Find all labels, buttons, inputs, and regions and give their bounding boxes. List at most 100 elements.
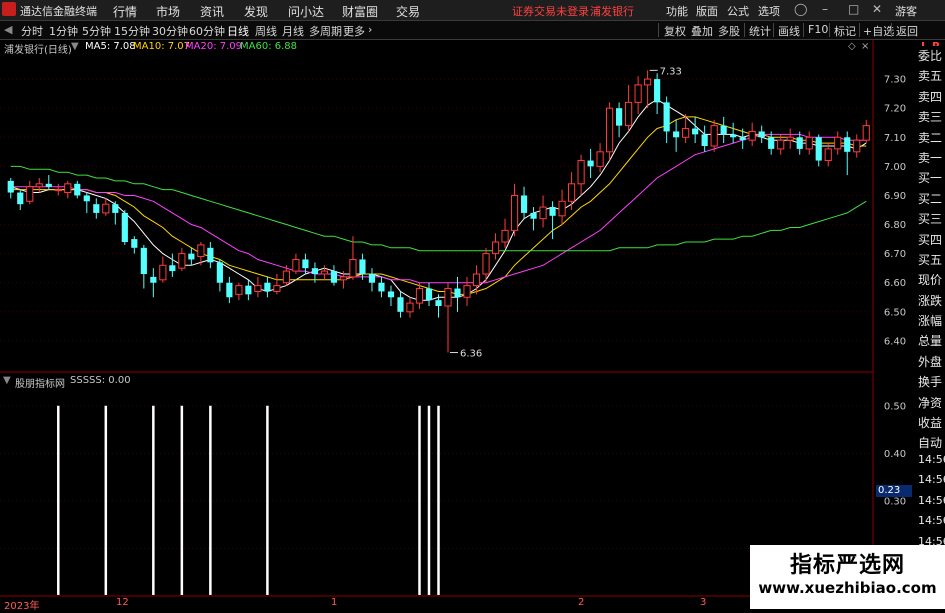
y-tick-label: 6.50 [884, 307, 906, 318]
candle-body [815, 137, 822, 161]
candle-body [415, 288, 424, 304]
candle-body [768, 137, 775, 149]
candle-body [330, 271, 338, 283]
candle-body [510, 194, 519, 231]
candle-body [805, 136, 813, 150]
candle-body [26, 186, 34, 202]
candle-body [102, 203, 110, 214]
side-time: 14:56 [918, 473, 945, 487]
candle-body [397, 297, 404, 312]
candle-body [654, 79, 661, 103]
candle-body [121, 212, 128, 242]
candle-body [530, 212, 537, 219]
candle-body [339, 276, 348, 281]
candle-body [425, 288, 433, 301]
candle-body [235, 285, 243, 295]
candle-body [112, 204, 119, 213]
candle-body [644, 78, 652, 86]
candle-body [862, 125, 870, 141]
candle-body [720, 125, 727, 135]
side-time: 14:56 [918, 453, 945, 466]
candle-body [491, 241, 500, 255]
candle-body [17, 192, 24, 205]
side-label: 买一 [918, 171, 943, 186]
candle-body [169, 265, 176, 272]
candle-body [226, 282, 233, 298]
candle-body [444, 288, 452, 307]
candle-body [834, 136, 842, 150]
y-tick-label: 6.60 [884, 278, 906, 289]
x-label-12: 12 [116, 597, 129, 608]
y-tick-label: 6.70 [884, 249, 906, 260]
candle-body [387, 291, 395, 298]
candle-body [7, 180, 14, 193]
y-tick-label: 7.30 [884, 75, 906, 86]
watermark-title: 指标严选网 [789, 553, 905, 578]
candle-body [292, 258, 300, 272]
candle-body [254, 285, 262, 292]
candle-body [93, 204, 100, 213]
candle-body [207, 247, 214, 263]
ma-line-ma10 [10, 116, 867, 295]
candle-body [558, 200, 566, 217]
candle-body [472, 273, 481, 287]
candle-body [302, 259, 309, 269]
indicator-current-value: 0.23 [876, 485, 912, 497]
candle-body [501, 229, 509, 243]
candle-body [730, 134, 737, 138]
candle-body [159, 264, 167, 281]
y-tick-label: 6.80 [884, 220, 906, 231]
side-label: 收益 [918, 416, 943, 431]
candle-body [64, 183, 72, 194]
candle-body [539, 206, 547, 220]
y-tick-label: 7.20 [884, 104, 906, 115]
x-label-1: 1 [331, 597, 338, 608]
candle-body [188, 253, 195, 260]
candle-body [74, 183, 81, 196]
side-label: 净资 [918, 395, 943, 410]
side-label: 买四 [918, 232, 943, 247]
side-label: 卖一 [918, 150, 943, 165]
indicator-y-tick-label: 0.40 [884, 449, 906, 460]
y-tick-label: 7.10 [884, 133, 906, 144]
side-label: 卖三 [918, 110, 943, 125]
watermark-url: www.xuezhibiao.com [758, 579, 937, 597]
candle-body [701, 134, 708, 146]
side-time: 14:56 [918, 514, 945, 528]
candle-body [587, 160, 594, 167]
indicator-y-tick-label: 0.50 [884, 401, 906, 412]
side-label: 总量 [918, 334, 943, 349]
kline-chart: 6.40 6.50 6.60 6.70 6.80 6.90 7.00 7.10 7.20 7.30… [0, 40, 906, 609]
low-price-label: 6.36 [460, 349, 482, 360]
candle-body [35, 183, 43, 188]
side-label: 卖四 [918, 89, 943, 104]
high-price-label: 7.33 [660, 66, 682, 77]
side-label: 卖二 [918, 130, 943, 145]
y-tick-label: 6.40 [884, 336, 906, 347]
candle-body [150, 276, 157, 283]
candle-body [758, 131, 765, 138]
side-label: 买二 [918, 191, 943, 206]
candle-body [454, 288, 461, 298]
candle-body [140, 247, 147, 274]
candle-body [567, 183, 576, 202]
x-label-3: 3 [700, 597, 707, 608]
candle-body [577, 160, 585, 185]
candle-body [824, 148, 832, 162]
candle-body [320, 270, 329, 275]
side-label: 卖五 [918, 69, 943, 84]
candle-body [406, 302, 414, 313]
candle-body [245, 285, 252, 295]
candle-body [634, 84, 642, 103]
candle-body [739, 137, 746, 141]
side-label: 涨跌 [918, 293, 943, 308]
candle-body [54, 189, 62, 192]
candle-body [673, 131, 680, 138]
candle-body [853, 139, 861, 153]
candle-body [777, 139, 785, 150]
indicator-settings-icon[interactable]: ▼ [3, 375, 11, 386]
candle-body [663, 102, 670, 132]
side-time: 14:56 [918, 493, 945, 507]
candle-body [786, 136, 794, 141]
candle-body [549, 207, 556, 216]
